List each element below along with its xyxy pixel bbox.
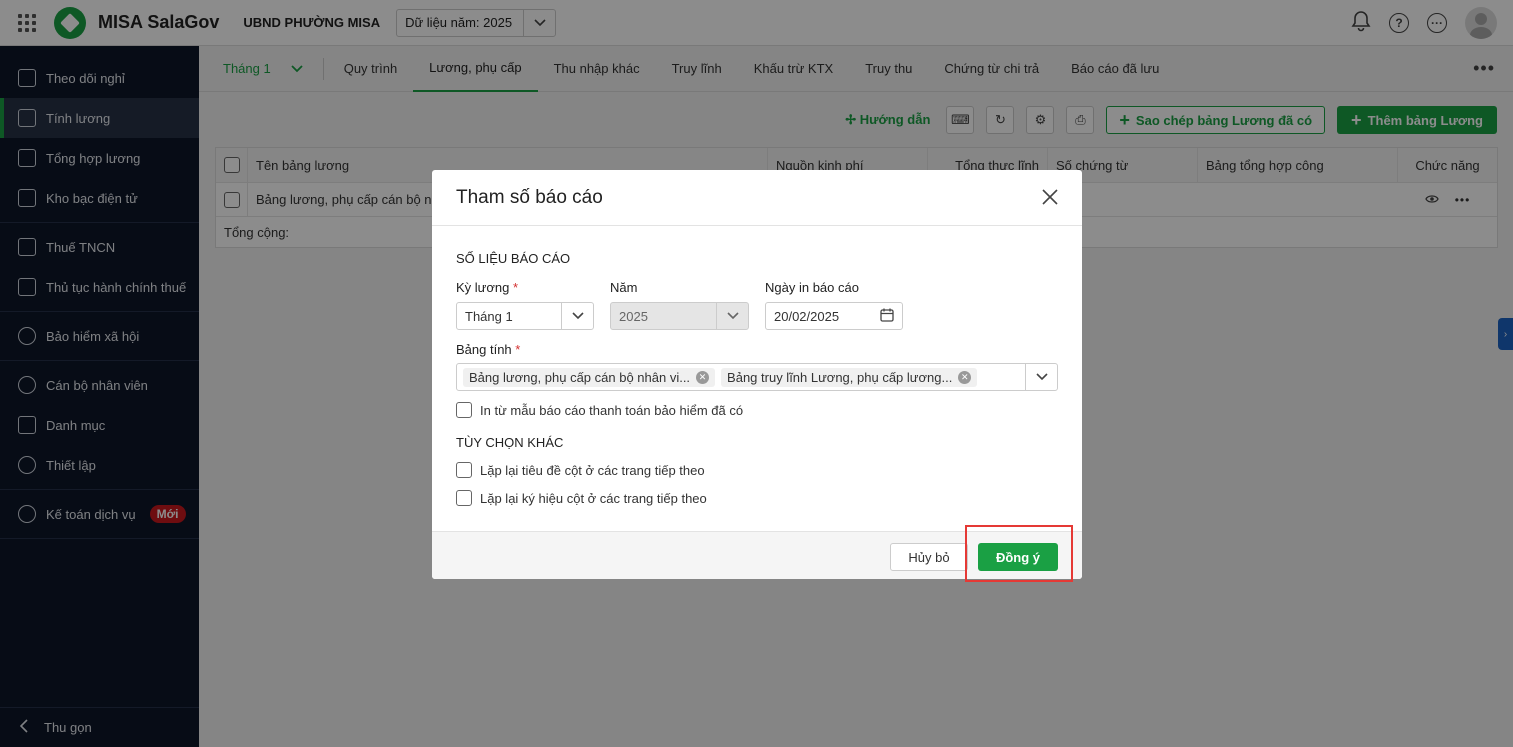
sheet-multiselect[interactable]: Bảng lương, phụ cấp cán bộ nhân vi... ✕ B…	[456, 363, 1058, 391]
chevron-down-icon[interactable]	[1025, 364, 1057, 390]
repeat-title-checkbox[interactable]	[456, 462, 472, 478]
year-value: 2025	[619, 308, 648, 324]
section-other-options: TÙY CHỌN KHÁC	[456, 435, 564, 450]
insurance-template-checkbox[interactable]	[456, 402, 472, 418]
chevron-down-icon	[716, 303, 748, 329]
insurance-template-label: In từ mẫu báo cáo thanh toán bảo hiểm đã…	[480, 402, 744, 418]
period-select[interactable]: Tháng 1	[456, 302, 594, 330]
period-value: Tháng 1	[465, 308, 513, 324]
chevron-down-icon	[561, 303, 593, 329]
dialog-title: Tham số báo cáo	[456, 186, 603, 208]
print-date-input[interactable]: 20/02/2025	[765, 302, 903, 330]
ok-button-highlight	[965, 525, 1073, 582]
repeat-title-option[interactable]: Lặp lại tiêu đề cột ở các trang tiếp the…	[456, 462, 705, 478]
sheet-chip: Bảng truy lĩnh Lương, phụ cấp lương... ✕	[721, 367, 978, 387]
sheet-chip-label: Bảng lương, phụ cấp cán bộ nhân vi...	[469, 369, 691, 385]
print-date-value: 20/02/2025	[774, 308, 840, 324]
repeat-title-label: Lặp lại tiêu đề cột ở các trang tiếp the…	[480, 462, 705, 478]
insurance-template-option[interactable]: In từ mẫu báo cáo thanh toán bảo hiểm đã…	[456, 402, 743, 418]
close-icon[interactable]	[1042, 184, 1058, 212]
print-date-label: Ngày in báo cáo	[765, 280, 859, 295]
sheet-label: Bảng tính *	[456, 342, 521, 357]
sheet-chip-label: Bảng truy lĩnh Lương, phụ cấp lương...	[727, 369, 953, 385]
dialog-header: Tham số báo cáo	[432, 170, 1082, 226]
remove-chip-icon[interactable]: ✕	[958, 370, 972, 384]
cancel-button[interactable]: Hủy bỏ	[890, 543, 968, 571]
section-report-data: SỐ LIỆU BÁO CÁO	[456, 251, 571, 266]
repeat-symbol-option[interactable]: Lặp lại ký hiệu cột ở các trang tiếp the…	[456, 490, 707, 506]
repeat-symbol-checkbox[interactable]	[456, 490, 472, 506]
period-label: Kỳ lương *	[456, 280, 519, 295]
year-label: Năm	[610, 280, 638, 295]
calendar-icon[interactable]	[880, 308, 894, 325]
sheet-chip: Bảng lương, phụ cấp cán bộ nhân vi... ✕	[463, 367, 716, 387]
year-select-disabled: 2025	[610, 302, 749, 330]
report-parameters-dialog: Tham số báo cáo SỐ LIỆU BÁO CÁO Kỳ lương…	[432, 170, 1082, 579]
remove-chip-icon[interactable]: ✕	[696, 370, 710, 384]
repeat-symbol-label: Lặp lại ký hiệu cột ở các trang tiếp the…	[480, 490, 707, 506]
